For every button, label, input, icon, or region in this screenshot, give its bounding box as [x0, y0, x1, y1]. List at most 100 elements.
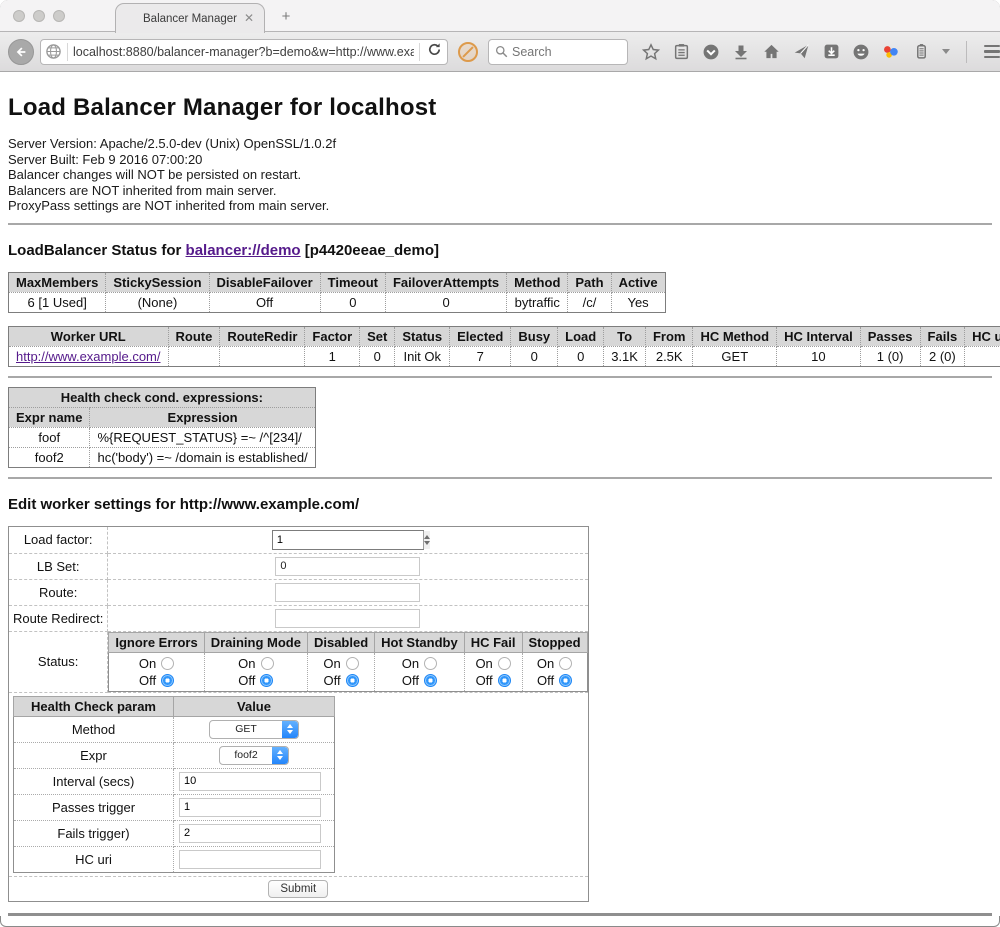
pocket-icon	[702, 43, 720, 61]
url-text[interactable]: localhost:8880/balancer-manager?b=demo&w…	[73, 45, 414, 59]
zoom-window-button[interactable]	[53, 10, 65, 22]
search-bar[interactable]	[488, 39, 628, 65]
hc-fails-input[interactable]	[179, 824, 321, 843]
expr-table-title: Health check cond. expressions:	[9, 387, 316, 407]
draining-mode-on-radio[interactable]	[261, 657, 274, 670]
hc-passes-row: Passes trigger	[14, 794, 335, 820]
radio-row: On Off On Off On Off	[109, 652, 587, 691]
back-button[interactable]	[8, 39, 34, 65]
edit-worker-form: Load factor: LB Set: Route: Route Redire…	[8, 526, 589, 902]
feedback-button[interactable]	[852, 43, 870, 61]
lb-set-label: LB Set:	[9, 553, 108, 579]
content-blocker-icon[interactable]	[458, 42, 478, 62]
table-row: foof2 hc('body') =~ /domain is establish…	[9, 447, 316, 467]
col-active: Active	[611, 272, 665, 292]
search-input[interactable]	[512, 45, 612, 59]
url-bar[interactable]: localhost:8880/balancer-manager?b=demo&w…	[40, 39, 448, 65]
balancer-status-table: MaxMembers StickySession DisableFailover…	[8, 272, 666, 313]
lb-set-input[interactable]	[275, 557, 420, 576]
page-title: Load Balancer Manager for localhost	[8, 72, 992, 136]
ignore-errors-on-radio[interactable]	[161, 657, 174, 670]
server-built-line: Server Built: Feb 9 2016 07:00:20	[8, 152, 992, 168]
divider	[8, 376, 992, 378]
persist-notice-line: Balancer changes will NOT be persisted o…	[8, 167, 992, 183]
hc-method-select[interactable]: GET	[209, 720, 299, 739]
home-icon	[763, 43, 780, 60]
toolbar-icons	[642, 41, 1000, 63]
chevron-down-icon[interactable]	[942, 49, 950, 54]
col-draining-mode: Draining Mode	[204, 632, 307, 652]
tab-balancer-manager[interactable]: Balancer Manager ✕	[115, 3, 265, 33]
hc-passes-label: Passes trigger	[14, 794, 174, 820]
select-stepper-icon	[272, 747, 288, 764]
status-label: Status:	[9, 631, 108, 692]
submit-row: Submit	[9, 876, 589, 901]
bookmark-star-button[interactable]	[642, 43, 660, 61]
bookmarks-menu-button[interactable]	[672, 43, 690, 61]
col-path: Path	[568, 272, 611, 292]
hot-standby-on-radio[interactable]	[424, 657, 437, 670]
proxypass-notice-line: ProxyPass settings are NOT inherited fro…	[8, 198, 992, 214]
minimize-window-button[interactable]	[33, 10, 45, 22]
clipboard-extension-button[interactable]	[912, 43, 930, 61]
route-redirect-row: Route Redirect:	[9, 605, 589, 631]
window-controls	[13, 10, 65, 22]
draining-mode-off-radio[interactable]	[260, 674, 273, 687]
disabled-off-radio[interactable]	[346, 674, 359, 687]
hot-standby-off-radio[interactable]	[424, 674, 437, 687]
reload-button[interactable]	[425, 42, 443, 62]
hc-fails-row: Fails trigger)	[14, 820, 335, 846]
balancer-demo-link[interactable]: balancer://demo	[186, 242, 301, 259]
downloads-button[interactable]	[732, 43, 750, 61]
share-button[interactable]	[792, 43, 810, 61]
hc-fail-off-radio[interactable]	[498, 674, 511, 687]
download-panel-button[interactable]	[822, 43, 840, 61]
disabled-on-radio[interactable]	[346, 657, 359, 670]
table-row: 6 [1 Used] (None) Off 0 0 bytraffic /c/ …	[9, 292, 666, 312]
load-factor-stepper[interactable]	[272, 530, 424, 550]
worker-url-link[interactable]: http://www.example.com/	[16, 349, 161, 364]
hc-interval-input[interactable]	[179, 772, 321, 791]
col-disabled: Disabled	[307, 632, 374, 652]
load-factor-input[interactable]	[273, 531, 423, 549]
status-heading-prefix: LoadBalancer Status for	[8, 242, 186, 259]
route-redirect-input[interactable]	[275, 609, 420, 628]
status-heading-suffix: [p4420eeae_demo]	[301, 242, 439, 259]
route-input[interactable]	[275, 583, 420, 602]
reload-icon	[427, 42, 442, 57]
lb-set-row: LB Set:	[9, 553, 589, 579]
tab-close-icon[interactable]: ✕	[242, 11, 256, 25]
ignore-errors-off-radio[interactable]	[161, 674, 174, 687]
route-row: Route:	[9, 579, 589, 605]
table-title-row: Health check cond. expressions:	[9, 387, 316, 407]
stopped-off-radio[interactable]	[559, 674, 572, 687]
pocket-button[interactable]	[702, 43, 720, 61]
col-method: Method	[507, 272, 568, 292]
health-check-expressions-table: Health check cond. expressions: Expr nam…	[8, 387, 316, 468]
menu-button[interactable]	[983, 43, 1000, 61]
hc-passes-input[interactable]	[179, 798, 321, 817]
hc-expr-row: Expr foof2	[14, 742, 335, 768]
submit-button[interactable]: Submit	[268, 880, 328, 898]
search-icon	[495, 45, 508, 58]
number-spinner-icon[interactable]	[423, 531, 430, 549]
col-hc-param: Health Check param	[14, 696, 174, 716]
server-version-line: Server Version: Apache/2.5.0-dev (Unix) …	[8, 136, 992, 152]
hc-uri-input[interactable]	[179, 850, 321, 869]
close-window-button[interactable]	[13, 10, 25, 22]
edit-worker-heading: Edit worker settings for http://www.exam…	[8, 496, 992, 513]
extension-colors-button[interactable]	[882, 43, 900, 61]
hc-method-row: Method GET	[14, 716, 335, 742]
table-header-row: MaxMembers StickySession DisableFailover…	[9, 272, 666, 292]
new-tab-button[interactable]: +	[276, 8, 296, 26]
load-factor-label: Load factor:	[9, 526, 108, 553]
tab-title: Balancer Manager	[143, 13, 237, 25]
col-disablefailover: DisableFailover	[209, 272, 320, 292]
stopped-on-radio[interactable]	[559, 657, 572, 670]
hc-fail-on-radio[interactable]	[498, 657, 511, 670]
col-hc-value: Value	[174, 696, 335, 716]
home-button[interactable]	[762, 43, 780, 61]
bottom-divider	[8, 913, 992, 916]
hc-expr-select[interactable]: foof2	[219, 746, 289, 765]
col-maxmembers: MaxMembers	[9, 272, 106, 292]
